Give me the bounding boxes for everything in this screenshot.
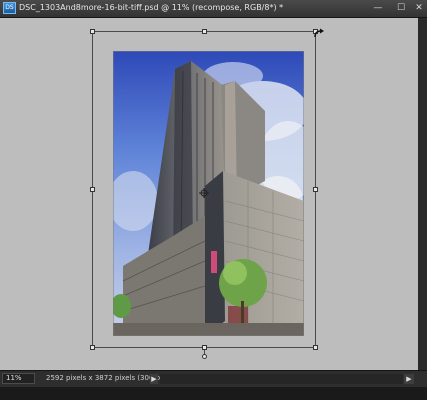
status-menu-arrow-icon[interactable]: ▶ [150,374,158,384]
horizontal-scrollbar[interactable] [160,374,403,384]
close-button[interactable]: ✕ [413,2,425,14]
transform-handle-top[interactable] [202,29,207,34]
title-bar[interactable]: DS DSC_1303And8more-16-bit-tiff.psd @ 11… [0,0,427,18]
reference-point-icon[interactable] [199,183,209,198]
minimize-button[interactable]: — [372,2,384,14]
transform-handle-top-left[interactable] [90,29,95,34]
vertical-scrollbar[interactable] [418,18,427,370]
document-title: DSC_1303And8more-16-bit-tiff.psd @ 11% (… [19,3,284,12]
transform-handle-bottom-right[interactable] [313,345,318,350]
rotation-handle[interactable] [202,354,207,359]
transform-handle-left[interactable] [90,187,95,192]
transform-handle-right[interactable] [313,187,318,192]
rotate-cursor-icon [313,25,325,38]
window-bottom-edge [0,387,427,400]
document-window: DS DSC_1303And8more-16-bit-tiff.psd @ 11… [0,0,427,400]
scroll-right-arrow-icon[interactable]: ▶ [404,374,414,384]
transform-handle-bottom-left[interactable] [90,345,95,350]
zoom-level-field[interactable]: 11% [2,373,35,384]
maximize-button[interactable]: ☐ [395,2,407,14]
status-bar: 11% 2592 pixels x 3872 pixels (300 ppi) … [0,370,427,387]
document-type-icon: DS [3,2,16,14]
